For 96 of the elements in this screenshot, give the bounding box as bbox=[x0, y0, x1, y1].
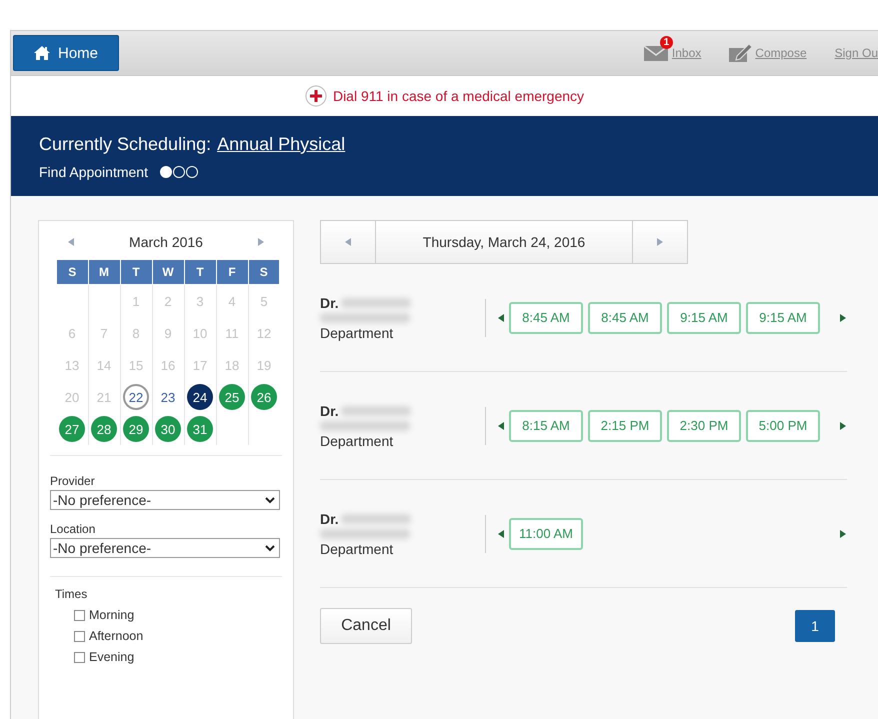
calendar-day: 3 bbox=[187, 288, 213, 314]
next-slots-arrow[interactable] bbox=[840, 422, 846, 430]
time-slot-button[interactable]: 8:45 AM bbox=[509, 302, 583, 334]
medical-cross-icon bbox=[304, 85, 327, 107]
checkbox-label: Evening bbox=[89, 650, 134, 664]
calendar-day[interactable]: 22 bbox=[123, 384, 149, 410]
home-icon bbox=[34, 46, 50, 60]
provider-title: Dr. bbox=[320, 402, 339, 418]
chevron-down-icon bbox=[265, 544, 275, 552]
calendar-day: 8 bbox=[123, 320, 149, 346]
weekday-header: M bbox=[88, 260, 120, 284]
dropdown-field[interactable]: -No preference- bbox=[50, 490, 280, 510]
calendar-day: 16 bbox=[155, 352, 181, 378]
calendar-day: 12 bbox=[251, 320, 277, 346]
page-button[interactable]: 1 bbox=[795, 610, 835, 642]
previous-slots-arrow[interactable] bbox=[498, 422, 504, 430]
calendar-day: 6 bbox=[59, 320, 85, 346]
calendar-day[interactable]: 28 bbox=[91, 416, 117, 442]
department-label: Department bbox=[320, 324, 394, 340]
previous-slots-arrow[interactable] bbox=[498, 530, 504, 538]
weekday-header: W bbox=[152, 260, 184, 284]
time-slot-button[interactable]: 8:15 AM bbox=[509, 410, 583, 442]
redacted-name bbox=[340, 298, 411, 308]
time-slot-button[interactable]: 2:30 PM bbox=[667, 410, 741, 442]
calendar-day: 5 bbox=[251, 288, 277, 314]
calendar-day[interactable]: 26 bbox=[251, 384, 277, 410]
calendar-day: 13 bbox=[59, 352, 85, 378]
calendar-day[interactable]: 24 bbox=[187, 384, 213, 410]
previous-month-arrow[interactable] bbox=[68, 238, 74, 246]
checkbox-label: Afternoon bbox=[89, 629, 144, 643]
next-slots-arrow[interactable] bbox=[840, 314, 846, 322]
weekday-header: S bbox=[56, 260, 88, 284]
times-label: Times bbox=[55, 587, 88, 601]
time-slot-button[interactable]: 8:45 AM bbox=[588, 302, 662, 334]
department-label: Department bbox=[320, 432, 394, 448]
inbox-link[interactable]: Inbox bbox=[672, 46, 702, 60]
time-slot-button[interactable]: 11:00 AM bbox=[509, 518, 583, 550]
calendar-day: 17 bbox=[187, 352, 213, 378]
chevron-down-icon bbox=[265, 496, 275, 504]
calendar-day: 21 bbox=[91, 384, 117, 410]
calendar-day: 1 bbox=[123, 288, 149, 314]
calendar-day: 14 bbox=[91, 352, 117, 378]
department-label: Department bbox=[320, 540, 394, 556]
calendar-day: 20 bbox=[59, 384, 85, 410]
time-slot-button[interactable]: 9:15 AM bbox=[667, 302, 741, 334]
compose-link[interactable]: Compose bbox=[755, 46, 807, 60]
month-title: March 2016 bbox=[129, 234, 203, 250]
sign-out-link[interactable]: Sign Ou bbox=[834, 46, 878, 60]
checkbox-label: Morning bbox=[89, 608, 134, 622]
calendar-day: 19 bbox=[251, 352, 277, 378]
provider-title: Dr. bbox=[320, 510, 339, 526]
calendar-day[interactable]: 27 bbox=[59, 416, 85, 442]
filter-label: Provider bbox=[50, 474, 96, 488]
redacted-name bbox=[340, 514, 411, 524]
calendar-day: 7 bbox=[91, 320, 117, 346]
weekday-header: T bbox=[120, 260, 152, 284]
calendar-day: 9 bbox=[155, 320, 181, 346]
calendar-day[interactable]: 23 bbox=[155, 384, 181, 410]
calendar-day[interactable]: 30 bbox=[155, 416, 181, 442]
checkbox[interactable] bbox=[74, 610, 85, 620]
right-arrow-icon[interactable] bbox=[657, 238, 663, 246]
scheduling-label: Currently Scheduling: bbox=[39, 134, 212, 155]
next-month-arrow[interactable] bbox=[258, 238, 264, 246]
previous-slots-arrow[interactable] bbox=[498, 314, 504, 322]
checkbox[interactable] bbox=[74, 652, 85, 662]
calendar-day: 11 bbox=[219, 320, 245, 346]
provider-title: Dr. bbox=[320, 294, 339, 310]
compose-icon[interactable] bbox=[729, 44, 754, 62]
calendar-day[interactable]: 25 bbox=[219, 384, 245, 410]
calendar-day[interactable]: 29 bbox=[123, 416, 149, 442]
weekday-header: F bbox=[216, 260, 248, 284]
appointment-type-link[interactable]: Annual Physical bbox=[217, 134, 346, 155]
left-arrow-icon[interactable] bbox=[345, 238, 351, 246]
calendar-day: 10 bbox=[187, 320, 213, 346]
next-slots-arrow[interactable] bbox=[840, 530, 846, 538]
calendar-day: 4 bbox=[219, 288, 245, 314]
calendar-day[interactable]: 31 bbox=[187, 416, 213, 442]
weekday-header: T bbox=[184, 260, 216, 284]
home-button[interactable]: Home bbox=[13, 35, 119, 71]
calendar-day: 18 bbox=[219, 352, 245, 378]
selected-date: Thursday, March 24, 2016 bbox=[375, 221, 633, 263]
step-label: Find Appointment bbox=[39, 164, 148, 180]
calendar-day: 2 bbox=[155, 288, 181, 314]
calendar-day: 15 bbox=[123, 352, 149, 378]
dropdown-field[interactable]: -No preference- bbox=[50, 538, 280, 558]
checkbox[interactable] bbox=[74, 630, 85, 642]
emergency-notice: Dial 911 in case of a medical emergency bbox=[332, 88, 584, 104]
time-slot-button[interactable]: 5:00 PM bbox=[746, 410, 820, 442]
time-slot-button[interactable]: 2:15 PM bbox=[588, 410, 662, 442]
weekday-header: S bbox=[248, 260, 280, 284]
cancel-button[interactable]: Cancel bbox=[320, 608, 412, 644]
filter-label: Location bbox=[50, 522, 96, 536]
notification-badge: 1 bbox=[660, 36, 673, 49]
redacted-name bbox=[340, 406, 411, 416]
time-slot-button[interactable]: 9:15 AM bbox=[746, 302, 820, 334]
envelope-icon[interactable] bbox=[644, 44, 670, 62]
